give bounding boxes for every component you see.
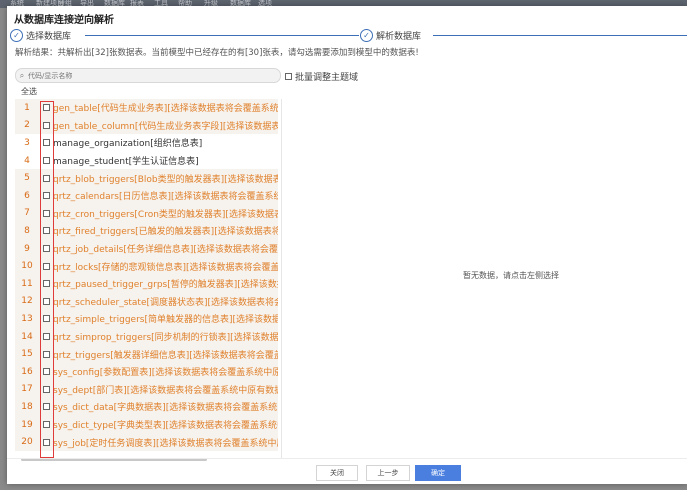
row-number: 9 bbox=[24, 243, 30, 254]
table-list-item[interactable]: 12 qrtz_scheduler_state[调度器状态表][选择该数据表将会覆… bbox=[15, 292, 278, 311]
table-name: sys_job[定时任务调度表][选择该数据表将会覆盖系统中原有数据表] bbox=[53, 438, 278, 449]
table-name: qrtz_paused_trigger_grps[暂停的触发器表][选择该数据表… bbox=[53, 280, 278, 291]
table-name: qrtz_simprop_triggers[同步机制的行锁表][选择该数据表将会… bbox=[53, 333, 278, 344]
table-list-item[interactable]: 5 qrtz_blob_triggers[Blob类型的触发器表][选择该数据表将… bbox=[15, 169, 278, 187]
step-trailing-line bbox=[433, 35, 687, 36]
table-name: qrtz_cron_triggers[Cron类型的触发器表][选择该数据表将会… bbox=[53, 209, 278, 220]
row-number: 15 bbox=[21, 349, 33, 360]
batch-adjust-checkbox[interactable] bbox=[285, 73, 292, 80]
table-name: qrtz_fired_triggers[已触发的触发器表][选择该数据表将会覆盖… bbox=[53, 227, 278, 238]
check-circle-icon: ✓ bbox=[360, 29, 373, 42]
empty-state-text: 暂无数据，请点击左侧选择 bbox=[463, 271, 559, 280]
row-number: 8 bbox=[24, 225, 30, 236]
table-list-item[interactable]: 2 gen_table_column[代码生成业务表字段][选择该数据表将会覆盖系… bbox=[15, 116, 278, 135]
row-number: 17 bbox=[21, 384, 33, 395]
table-list-item[interactable]: 11 qrtz_paused_trigger_grps[暂停的触发器表][选择该数… bbox=[15, 275, 278, 293]
table-list-item[interactable]: 6 qrtz_calendars[日历信息表][选择该数据表将会覆盖系统中原有数据… bbox=[15, 187, 278, 205]
table-list-item[interactable]: 14 qrtz_simprop_triggers[同步机制的行锁表][选择该数据表… bbox=[15, 327, 278, 346]
table-name: qrtz_triggers[触发器详细信息表][选择该数据表将会覆盖系统中原有数… bbox=[53, 350, 278, 361]
close-button[interactable]: 关闭 bbox=[316, 465, 358, 481]
table-name: manage_organization[组织信息表] bbox=[53, 139, 203, 150]
table-list-item[interactable]: 10 qrtz_locks[存储的悲观锁信息表][选择该数据表将会覆盖系统中原有数… bbox=[15, 257, 278, 275]
table-list-item[interactable]: 8 qrtz_fired_triggers[已触发的触发器表][选择该数据表将会覆… bbox=[15, 222, 278, 240]
search-icon: ⌕ bbox=[19, 70, 25, 80]
table-list-item[interactable]: 9 qrtz_job_details[任务详细信息表][选择该数据表将会覆盖系统中… bbox=[15, 239, 278, 258]
row-number: 6 bbox=[24, 190, 30, 201]
table-name: gen_table_column[代码生成业务表字段][选择该数据表将会覆盖系统… bbox=[53, 121, 278, 132]
table-list-item[interactable]: 13 qrtz_simple_triggers[简单触发器的信息表][选择该数据表… bbox=[15, 310, 278, 328]
table-name: gen_table[代码生成业务表][选择该数据表将会覆盖系统中原有数据表] bbox=[53, 104, 278, 115]
table-list-item[interactable]: 4 manage_student[学生认证信息表] bbox=[15, 152, 278, 170]
row-number: 13 bbox=[21, 313, 33, 324]
row-number: 20 bbox=[21, 437, 33, 448]
step-connector-line bbox=[85, 35, 359, 36]
table-name: qrtz_job_details[任务详细信息表][选择该数据表将会覆盖系统中原… bbox=[53, 245, 278, 256]
table-name: qrtz_blob_triggers[Blob类型的触发器表][选择该数据表将会… bbox=[53, 174, 278, 185]
row-number: 2 bbox=[24, 120, 30, 131]
table-list-item[interactable]: 16 sys_config[参数配置表][选择该数据表将会覆盖系统中原有数据表] bbox=[15, 363, 278, 381]
table-list-item[interactable]: 19 sys_dict_type[字典类型表][选择该数据表将会覆盖系统中原有数据… bbox=[15, 415, 278, 434]
table-list: 1gen_table[代码生成业务表][选择该数据表将会覆盖系统中原有数据表]2… bbox=[15, 99, 278, 457]
reverse-parse-dialog: 从数据库连接逆向解析 ✓ 选择数据库 ✓ 解析数据库 解析结果：共解析出[32]… bbox=[7, 6, 687, 484]
table-list-item[interactable]: 1 gen_table[代码生成业务表][选择该数据表将会覆盖系统中原有数据表] bbox=[15, 99, 278, 117]
table-name: sys_config[参数配置表][选择该数据表将会覆盖系统中原有数据表] bbox=[53, 368, 278, 379]
row-number: 4 bbox=[24, 155, 30, 166]
table-name: qrtz_scheduler_state[调度器状态表][选择该数据表将会覆盖系… bbox=[53, 297, 278, 308]
batch-adjust-subject-toggle[interactable]: 批量调整主题域 bbox=[285, 70, 358, 83]
check-circle-icon: ✓ bbox=[10, 29, 23, 42]
select-all-option[interactable]: 全选 bbox=[21, 86, 37, 97]
step-indicator: ✓ 选择数据库 ✓ 解析数据库 bbox=[7, 27, 687, 43]
checkbox-column-highlight bbox=[40, 101, 54, 458]
row-number: 3 bbox=[24, 137, 30, 148]
table-name: qrtz_locks[存储的悲观锁信息表][选择该数据表将会覆盖系统中原有数据表… bbox=[53, 262, 278, 273]
table-name: sys_dict_type[字典类型表][选择该数据表将会覆盖系统中原有数据表] bbox=[53, 421, 278, 432]
row-number: 16 bbox=[21, 366, 33, 377]
confirm-button[interactable]: 确定 bbox=[415, 465, 461, 481]
step-parse-database: ✓ 解析数据库 bbox=[360, 29, 422, 42]
panel-divider bbox=[281, 99, 282, 459]
table-name: sys_dict_data[字典数据表][选择该数据表将会覆盖系统中原有数据表] bbox=[53, 403, 278, 414]
batch-adjust-label: 批量调整主题域 bbox=[295, 73, 359, 83]
table-list-item[interactable]: 15 qrtz_triggers[触发器详细信息表][选择该数据表将会覆盖系统中原… bbox=[15, 345, 278, 363]
select-all-label: 全选 bbox=[21, 87, 37, 96]
previous-step-button[interactable]: 上一步 bbox=[366, 465, 410, 481]
table-list-item[interactable]: 17 sys_dept[部门表][选择该数据表将会覆盖系统中原有数据表] bbox=[15, 380, 278, 399]
dialog-title: 从数据库连接逆向解析 bbox=[14, 15, 114, 26]
row-number: 14 bbox=[21, 331, 33, 342]
row-number: 12 bbox=[21, 296, 33, 307]
table-list-item[interactable]: 20 sys_job[定时任务调度表][选择该数据表将会覆盖系统中原有数据表] bbox=[15, 433, 278, 451]
step-label: 选择数据库 bbox=[26, 32, 72, 42]
table-list-item[interactable]: 7 qrtz_cron_triggers[Cron类型的触发器表][选择该数据表将… bbox=[15, 204, 278, 223]
step-label: 解析数据库 bbox=[376, 32, 422, 42]
row-number: 5 bbox=[24, 173, 30, 184]
table-list-item[interactable]: 18 sys_dict_data[字典数据表][选择该数据表将会覆盖系统中原有数据… bbox=[15, 398, 278, 416]
row-number: 1 bbox=[24, 102, 30, 113]
row-number: 11 bbox=[21, 278, 33, 289]
table-name: manage_student[学生认证信息表] bbox=[53, 157, 199, 168]
table-name: qrtz_simple_triggers[简单触发器的信息表][选择该数据表将会… bbox=[53, 315, 278, 326]
table-list-item[interactable]: 3 manage_organization[组织信息表] bbox=[15, 134, 278, 152]
row-number: 7 bbox=[24, 208, 30, 219]
search-box[interactable]: ⌕ bbox=[15, 68, 281, 83]
row-number: 19 bbox=[21, 419, 33, 430]
step-select-database: ✓ 选择数据库 bbox=[10, 29, 72, 42]
search-input[interactable] bbox=[28, 71, 268, 80]
row-number: 10 bbox=[21, 261, 33, 272]
parse-summary: 解析结果：共解析出[32]张数据表。当前模型中已经存在的有[30]张表，请勾选需… bbox=[15, 48, 419, 58]
table-name: sys_dept[部门表][选择该数据表将会覆盖系统中原有数据表] bbox=[53, 385, 278, 396]
table-name: qrtz_calendars[日历信息表][选择该数据表将会覆盖系统中原有数据表… bbox=[53, 192, 278, 203]
row-number: 18 bbox=[21, 401, 33, 412]
